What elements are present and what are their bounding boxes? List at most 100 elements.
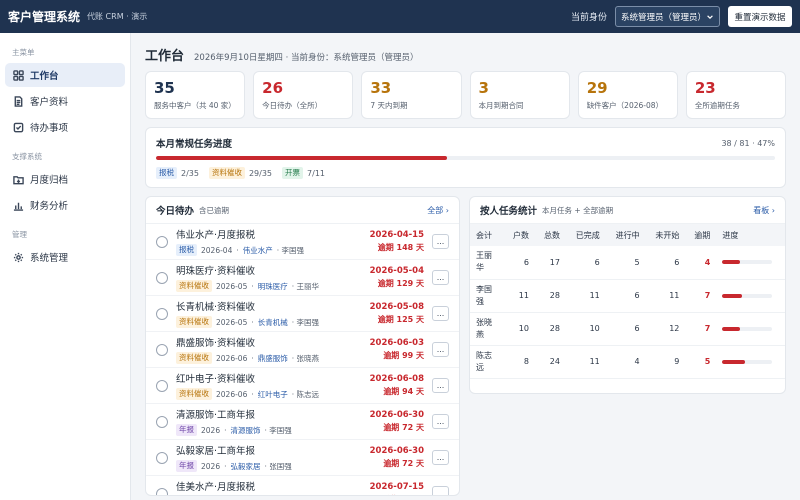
todo-item[interactable]: 明珠医疗·资料催收 资料催收 2026-05 · 明珠医疗 · 王丽华 2026-05-04…: [146, 260, 460, 296]
overdue-days: 逾期 72 天: [383, 459, 425, 468]
todo-item[interactable]: 佳美水产·月度报税报税2026-07·佳美水产· 李国强2026-07-15 逾期…: [146, 476, 459, 495]
table-cell: 8: [504, 345, 535, 379]
stat-card-expiring-contracts[interactable]: 3 本月到期合同: [469, 71, 570, 119]
todo-checkbox[interactable]: [156, 379, 168, 392]
stat-label: 今日待办（全所）: [262, 101, 323, 110]
chevron-down-icon: [707, 14, 713, 19]
progress-cell: [716, 246, 785, 280]
tag-invoice: 开票: [282, 167, 304, 179]
todo-title: 弘毅家居·工商年报: [176, 446, 256, 457]
grid-icon: [13, 69, 24, 81]
overdue-count: 5: [685, 345, 717, 379]
todo-tag: 资料催收: [176, 388, 212, 400]
overdue-days: 逾期 125 天: [377, 315, 425, 324]
table-cell: 10: [565, 312, 606, 346]
table-row[interactable]: 张晓燕 10 28 10 6 12 7: [470, 312, 785, 346]
sidebar-item-todos[interactable]: 待办事项: [5, 115, 125, 139]
stat-card-active-customers[interactable]: 35 服务中客户（共 40 家）: [145, 71, 246, 119]
todo-customer-link[interactable]: 弘毅家居: [230, 461, 260, 472]
todo-due: 2026-06-03 逾期 99 天: [370, 338, 424, 361]
sidebar-item-customers[interactable]: 客户资料: [5, 89, 125, 113]
table-cell: 5: [605, 246, 646, 280]
table-cell: 28: [534, 312, 566, 346]
todo-item[interactable]: 清源服饰·工商年报 年报 2026 · 清源服饰 · 李国强 2026-06-30 逾期 72…: [146, 404, 460, 440]
role-select-value: 系统管理员（管理员）: [621, 12, 707, 23]
sidebar-group-main: 主菜单: [12, 48, 35, 57]
todo-item[interactable]: 鼎盛服饰·资料催收 资料催收 2026-06 · 鼎盛服饰 · 张晓燕 2026-06-03…: [146, 332, 460, 368]
progress-title: 本月常规任务进度: [156, 139, 233, 150]
checkbox-icon: [13, 122, 24, 132]
due-date: 2026-06-30: [369, 446, 425, 456]
accountant-name: 王丽华: [470, 246, 505, 280]
overdue-days: 逾期 72 天: [383, 423, 425, 432]
table-cell: 6: [504, 246, 535, 280]
todo-due: 2026-05-04 逾期 129 天: [370, 266, 424, 289]
accountant-name: 陈志远: [470, 345, 505, 379]
table-cell: 10: [504, 312, 535, 346]
more-actions-button[interactable]: ...: [432, 306, 450, 321]
sidebar-item-dashboard[interactable]: 工作台: [5, 63, 125, 87]
progress-tags: 报税 2/35 资料催收 29/35 开票 7/11: [156, 167, 775, 179]
more-actions-button[interactable]: ...: [432, 270, 450, 285]
todo-checkbox[interactable]: [156, 415, 168, 428]
more-actions-button[interactable]: ...: [432, 450, 450, 465]
sidebar-item-label: 财务分析: [30, 201, 69, 212]
todo-customer-link[interactable]: 鼎盛服饰: [258, 353, 288, 364]
table-row[interactable]: 王丽华 6 17 6 5 6 4: [470, 246, 785, 280]
todo-customer-link[interactable]: 清源服饰: [230, 425, 260, 436]
tag-collection: 资料催收: [208, 167, 245, 179]
role-select[interactable]: 系统管理员（管理员）: [615, 6, 720, 27]
stat-label: 本月到期合同: [478, 101, 524, 110]
todo-checkbox[interactable]: [156, 271, 168, 284]
stat-card-overdue-tasks[interactable]: 23 全所逾期任务: [685, 71, 787, 119]
reset-demo-button[interactable]: 重置演示数据: [728, 6, 792, 27]
todo-customer-link[interactable]: 明珠医疗: [258, 281, 288, 292]
todo-owner: · 张晓燕: [291, 353, 320, 363]
stat-value: 26: [262, 79, 284, 97]
todo-customer-link[interactable]: 红叶电子: [258, 389, 288, 400]
todo-customer-link[interactable]: 伟业水产: [243, 245, 273, 256]
todo-body: 佳美水产·月度报税报税2026-07·佳美水产· 李国强: [176, 479, 370, 495]
table-cell: 4: [605, 345, 646, 379]
more-actions-button[interactable]: ...: [432, 378, 450, 393]
stat-card-today-todos[interactable]: 26 今日待办（全所）: [253, 71, 354, 119]
due-date: 2026-07-15: [369, 482, 425, 492]
sidebar-item-system[interactable]: 系统管理: [5, 245, 125, 269]
todo-separator: ·: [251, 353, 254, 363]
stat-card-due-7-days[interactable]: 33 7 天内到期: [361, 71, 462, 119]
more-actions-button[interactable]: ...: [432, 486, 450, 495]
todo-customer-link[interactable]: 长青机械: [258, 317, 288, 328]
tag-count: 2/35: [181, 168, 199, 178]
todo-checkbox[interactable]: [156, 451, 168, 464]
todo-item[interactable]: 长青机械·资料催收 资料催收 2026-05 · 长青机械 · 李国强 2026-05-08…: [146, 296, 460, 332]
overdue-days: 逾期 129 天: [377, 279, 425, 288]
todo-checkbox[interactable]: [156, 307, 168, 320]
stat-label: 缺件客户（2026-08）: [586, 101, 664, 110]
more-actions-button[interactable]: ...: [432, 234, 450, 249]
overdue-days: 逾期 99 天: [383, 351, 425, 360]
sidebar-item-finance[interactable]: 财务分析: [5, 193, 125, 217]
todo-tag: 年报: [176, 460, 197, 472]
todo-meta: 资料催收 2026-06 · 红叶电子 · 陈志远: [176, 388, 370, 400]
view-all-link[interactable]: 全部 ›: [427, 205, 449, 216]
progress-summary: 38 / 81 · 47%: [721, 138, 775, 148]
todo-checkbox[interactable]: [156, 343, 168, 356]
column-header: 总数: [534, 224, 566, 246]
todo-period: 2026-05: [216, 317, 248, 327]
board-link[interactable]: 看板 ›: [753, 205, 775, 216]
table-row[interactable]: 李国强 11 28 11 6 11 7: [470, 279, 785, 313]
todo-checkbox[interactable]: [156, 235, 168, 248]
todo-due: 2026-06-30 逾期 72 天: [370, 410, 424, 433]
stat-value: 35: [154, 79, 175, 97]
table-cell: 9: [645, 345, 686, 379]
sidebar-item-archive[interactable]: 月度归档: [5, 167, 125, 191]
tag-tax: 报税: [156, 167, 177, 179]
todo-item[interactable]: 红叶电子·资料催收 资料催收 2026-06 · 红叶电子 · 陈志远 2026-06-08…: [146, 368, 460, 404]
table-row[interactable]: 陈志远 8 24 11 4 9 5: [470, 345, 785, 379]
todo-item[interactable]: 伟业水产·月度报税 报税 2026-04 · 伟业水产 · 李国强 2026-04-15 逾期…: [146, 224, 460, 260]
todo-checkbox[interactable]: [156, 487, 168, 495]
stat-card-missing-docs[interactable]: 29 缺件客户（2026-08）: [577, 71, 678, 119]
todo-item[interactable]: 弘毅家居·工商年报 年报 2026 · 弘毅家居 · 张国强 2026-06-30 逾期 72…: [146, 440, 460, 476]
more-actions-button[interactable]: ...: [432, 342, 450, 357]
more-actions-button[interactable]: ...: [432, 414, 450, 429]
